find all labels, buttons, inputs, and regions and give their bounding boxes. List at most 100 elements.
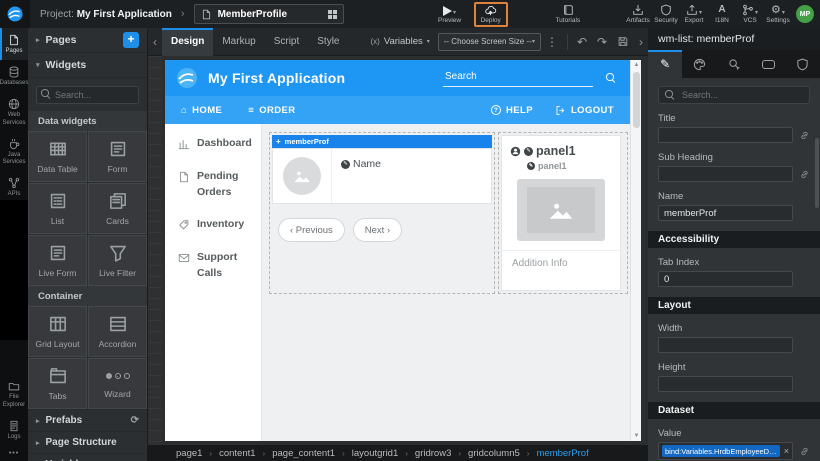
- tab-script[interactable]: Script: [265, 28, 309, 56]
- tab-markup[interactable]: Markup: [213, 28, 264, 56]
- accessibility-section[interactable]: Accessibility: [648, 231, 820, 248]
- width-input[interactable]: [658, 337, 793, 353]
- breadcrumb-item[interactable]: page_content1: [272, 448, 335, 459]
- previous-button[interactable]: ‹ Previous: [278, 218, 345, 242]
- tab-device[interactable]: [751, 50, 785, 78]
- panel1-widget[interactable]: ✎ panel1 ✎ panel1: [498, 132, 628, 294]
- menu-item-support-calls[interactable]: Support Calls: [178, 250, 261, 282]
- settings-button[interactable]: ⚙▾ Settings: [764, 0, 792, 28]
- widget-search-input[interactable]: [36, 86, 139, 104]
- image-placeholder[interactable]: [283, 157, 321, 195]
- breadcrumb-item-active[interactable]: memberProf: [536, 448, 588, 459]
- nav-home[interactable]: ⌂ HOME: [181, 105, 222, 116]
- screen-size-select[interactable]: -- Choose Screen Size -- ▾: [438, 33, 541, 51]
- tab-style[interactable]: Style: [308, 28, 348, 56]
- properties-search-input[interactable]: [680, 89, 803, 101]
- edit-icon[interactable]: ✎: [527, 162, 535, 170]
- tab-security[interactable]: [786, 50, 820, 78]
- i18n-button[interactable]: A I18N: [708, 0, 736, 28]
- widget-tile-grid-layout[interactable]: Grid Layout: [28, 306, 87, 357]
- artifacts-button[interactable]: Artifacts: [624, 0, 652, 28]
- chevron-down-icon[interactable]: ▾: [699, 10, 702, 16]
- name-input[interactable]: [658, 205, 793, 221]
- variables-section-header[interactable]: ▸ Variables: [28, 453, 147, 461]
- menu-item-inventory[interactable]: Inventory: [178, 217, 261, 233]
- widget-tile-tabs[interactable]: Tabs: [28, 358, 87, 409]
- breadcrumb-item[interactable]: page1: [176, 448, 202, 459]
- dataset-section[interactable]: Dataset: [648, 402, 820, 419]
- chevron-down-icon[interactable]: ▾: [453, 10, 456, 16]
- widgets-section-header[interactable]: ▾ Widgets: [28, 53, 147, 78]
- edit-icon[interactable]: ✎: [341, 160, 350, 169]
- nav-help[interactable]: ? HELP: [491, 105, 533, 116]
- tutorials-button[interactable]: Tutorials: [554, 0, 582, 28]
- deploy-button[interactable]: Deploy: [474, 2, 508, 27]
- prefabs-section-header[interactable]: ▸ Prefabs ⟳: [28, 409, 147, 431]
- rail-item-java-services[interactable]: Java Services: [0, 132, 28, 171]
- scrollbar-thumb[interactable]: [633, 72, 640, 128]
- search-icon[interactable]: [606, 73, 616, 83]
- page-selector[interactable]: MemberProfile: [194, 4, 344, 24]
- vcs-button[interactable]: ▾ VCS: [736, 0, 764, 28]
- widget-tile-live-form[interactable]: Live Form: [28, 235, 87, 286]
- redo-icon[interactable]: ↷: [592, 36, 612, 48]
- scroll-up-icon[interactable]: ▲: [631, 62, 642, 68]
- breadcrumb-item[interactable]: gridcolumn5: [468, 448, 520, 459]
- member-list-widget[interactable]: + memberProf ✎ Name: [269, 132, 495, 294]
- rail-more-icon[interactable]: •••: [0, 446, 28, 457]
- edit-icon[interactable]: ✎: [524, 147, 533, 156]
- next-button[interactable]: Next ›: [353, 218, 402, 242]
- app-header[interactable]: My First Application Search: [165, 60, 630, 96]
- widget-tile-data-table[interactable]: Data Table: [28, 131, 87, 182]
- height-input[interactable]: [658, 376, 793, 392]
- wavemaker-logo[interactable]: [0, 0, 30, 28]
- panel-image-placeholder[interactable]: [517, 179, 605, 241]
- add-page-button[interactable]: +: [123, 32, 139, 48]
- rail-item-pages[interactable]: Pages: [0, 28, 28, 60]
- canvas-scrollbar[interactable]: ▲ ▼: [630, 60, 641, 441]
- name-field[interactable]: ✎ Name: [332, 149, 381, 170]
- rail-item-apis[interactable]: APIs: [0, 171, 28, 203]
- widget-tile-live-filter[interactable]: Live Filter: [88, 235, 147, 286]
- rail-item-databases[interactable]: Databases: [0, 60, 28, 92]
- nav-logout[interactable]: LOGOUT: [555, 105, 614, 116]
- user-avatar[interactable]: MP: [796, 5, 814, 23]
- app-search-input[interactable]: Search: [443, 69, 593, 87]
- properties-scrollbar-thumb[interactable]: [815, 138, 819, 208]
- rail-item-web-services[interactable]: Web Services: [0, 92, 28, 131]
- variables-dropdown[interactable]: (x) Variables ▾: [371, 36, 430, 47]
- value-input[interactable]: bind:Variables.HrdbEmployeeData.data ×: [658, 442, 793, 460]
- refresh-icon[interactable]: ⟳: [131, 415, 139, 426]
- widget-tile-accordion[interactable]: Accordion: [88, 306, 147, 357]
- tab-index-input[interactable]: [658, 271, 793, 287]
- pages-section-header[interactable]: ▸ Pages +: [28, 28, 147, 53]
- menu-item-dashboard[interactable]: Dashboard: [178, 136, 261, 152]
- preview-button[interactable]: ▾ Preview: [436, 0, 464, 28]
- export-button[interactable]: ▾ Export: [680, 0, 708, 28]
- security-button[interactable]: Security: [652, 0, 680, 28]
- chevron-down-icon[interactable]: ▾: [755, 10, 758, 16]
- page-grid-icon[interactable]: [328, 10, 337, 19]
- widget-tile-list[interactable]: List: [28, 183, 87, 234]
- breadcrumb-item[interactable]: layoutgrid1: [352, 448, 398, 459]
- bind-link-icon[interactable]: [799, 130, 810, 141]
- widget-tile-form[interactable]: Form: [88, 131, 147, 182]
- panel1[interactable]: ✎ panel1 ✎ panel1: [501, 135, 621, 291]
- save-icon[interactable]: [612, 35, 634, 48]
- collapse-right-icon[interactable]: ›: [634, 35, 648, 49]
- page-structure-section-header[interactable]: ▸ Page Structure: [28, 431, 147, 453]
- menu-item-pending-orders[interactable]: Pending Orders: [178, 169, 261, 201]
- bind-link-icon[interactable]: [799, 169, 810, 180]
- rail-item-file-explorer[interactable]: File Explorer: [0, 374, 28, 413]
- subheading-input[interactable]: [658, 166, 793, 182]
- chevron-down-icon[interactable]: ▾: [782, 10, 785, 16]
- rail-item-logs[interactable]: Logs: [0, 414, 28, 446]
- value-bind-chip[interactable]: bind:Variables.HrdbEmployeeData.data: [662, 445, 780, 457]
- widget-tile-wizard[interactable]: Wizard: [88, 358, 147, 409]
- more-options-icon[interactable]: ⋮: [541, 36, 563, 48]
- collapse-left-icon[interactable]: ‹: [148, 35, 162, 49]
- list-item-template[interactable]: ✎ Name: [272, 148, 492, 204]
- tab-events[interactable]: [717, 50, 751, 78]
- breadcrumb-item[interactable]: content1: [219, 448, 255, 459]
- widget-selection-bar[interactable]: + memberProf: [272, 135, 492, 148]
